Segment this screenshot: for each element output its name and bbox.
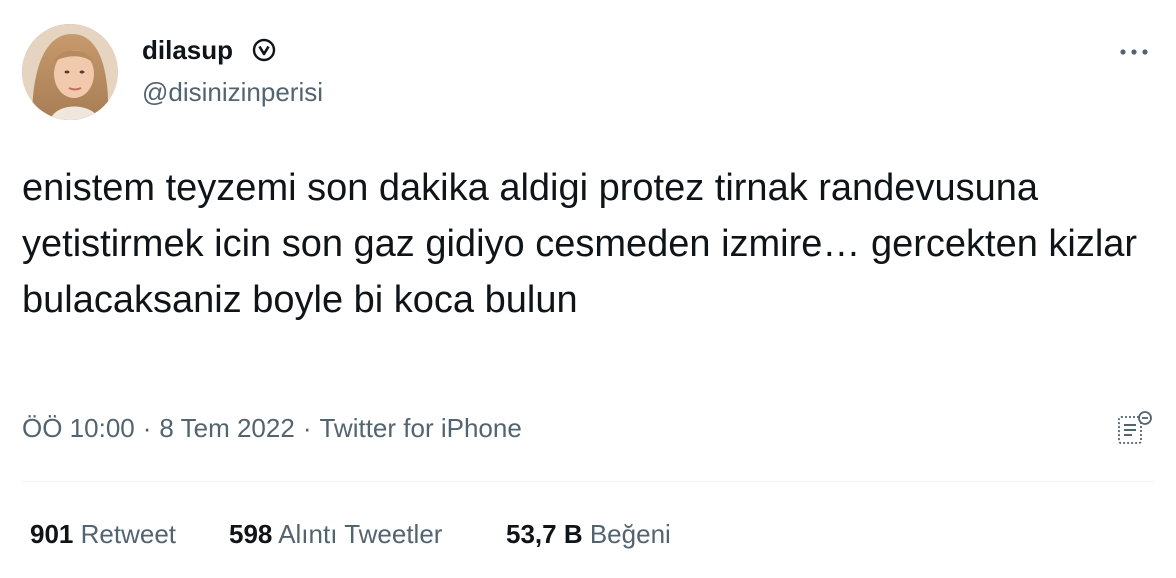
tweet-date[interactable]: 8 Tem 2022 <box>159 413 294 443</box>
tweet-card: dilasup @disinizinperisi enistem teyzemi… <box>0 0 1176 578</box>
avatar-image <box>22 24 118 120</box>
quotes-stat[interactable]: 598 Alıntı Tweetler <box>229 517 442 551</box>
user-handle[interactable]: @disinizinperisi <box>142 76 323 108</box>
quotes-label: Alıntı Tweetler <box>278 519 443 549</box>
verified-badge-icon <box>252 38 276 62</box>
tweet-time[interactable]: ÖÖ 10:00 <box>22 413 135 443</box>
retweets-label: Retweet <box>80 519 177 549</box>
tweet-source[interactable]: Twitter for iPhone <box>319 413 521 443</box>
tweet-text: enistem teyzemi son dakika aldigi protez… <box>22 167 1138 321</box>
likes-label: Beğeni <box>589 519 671 549</box>
retweets-stat[interactable]: 901 Retweet <box>30 517 176 551</box>
likes-count: 53,7 B <box>506 519 583 549</box>
divider <box>22 481 1154 482</box>
meta-separator: · <box>142 413 152 443</box>
likes-stat[interactable]: 53,7 B Beğeni <box>506 517 671 551</box>
quotes-count: 598 <box>229 519 273 549</box>
avatar[interactable] <box>22 24 118 120</box>
more-horizontal-icon[interactable] <box>1116 40 1152 64</box>
meta-separator: · <box>302 413 312 443</box>
analytics-icon[interactable] <box>1116 410 1154 446</box>
retweets-count: 901 <box>30 519 74 549</box>
tweet-meta: ÖÖ 10:00 · 8 Tem 2022 · Twitter for iPhone <box>22 411 522 445</box>
display-name[interactable]: dilasup <box>142 34 233 66</box>
